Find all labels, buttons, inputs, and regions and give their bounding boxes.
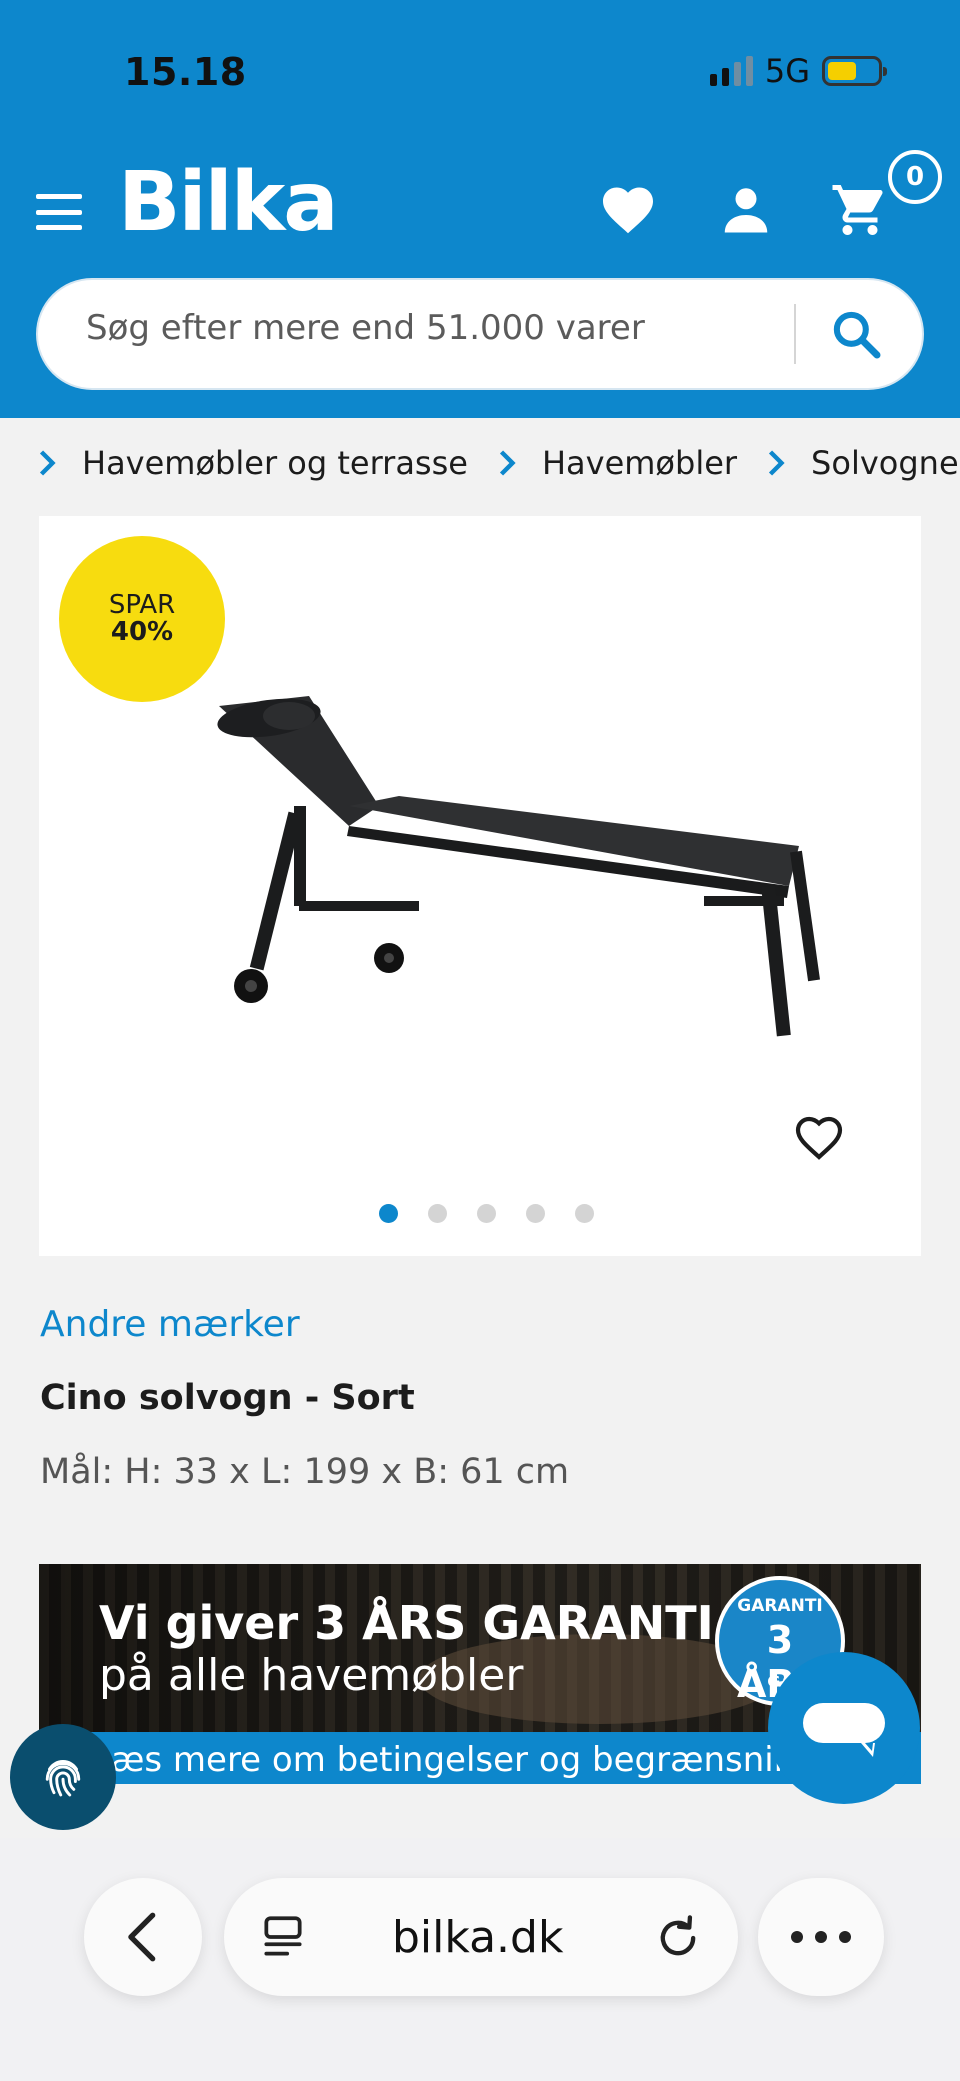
breadcrumb-label: Havemøbler (541, 444, 738, 482)
breadcrumb: Havemøbler og terrasse Havemøbler Solvog… (36, 444, 960, 482)
product-dimensions: Mål: H: 33 x L: 199 x B: 61 cm (40, 1452, 570, 1492)
status-indicators: 5G (709, 52, 887, 90)
chat-icon (803, 1703, 885, 1757)
chevron-right-icon (499, 450, 516, 476)
search-divider (794, 304, 796, 364)
banner-subline: på alle havemøbler (99, 1650, 524, 1701)
add-to-favorites-heart-icon[interactable] (791, 1110, 847, 1162)
search-bar (38, 280, 922, 388)
gallery-dot-5[interactable] (575, 1204, 594, 1223)
banner-headline: Vi giver 3 ÅRS GARANTI (99, 1596, 714, 1650)
reload-icon[interactable] (652, 1912, 704, 1964)
user-icon[interactable] (716, 180, 776, 240)
gallery-dot-4[interactable] (526, 1204, 545, 1223)
gallery-dot-2[interactable] (428, 1204, 447, 1223)
product-image[interactable] (199, 686, 839, 1056)
product-gallery[interactable]: SPAR 40% (39, 516, 921, 1256)
chevron-right-icon (768, 450, 785, 476)
status-time: 15.18 (124, 50, 247, 94)
breadcrumb-item[interactable]: Solvogne (765, 444, 959, 482)
breadcrumb-item[interactable]: Havemøbler (496, 444, 737, 482)
breadcrumb-item[interactable]: Havemøbler og terrasse (36, 444, 468, 482)
search-input[interactable] (86, 308, 806, 348)
browser-url: bilka.dk (392, 1912, 564, 1963)
network-type: 5G (764, 52, 810, 90)
product-brand-link[interactable]: Andre mærker (40, 1304, 300, 1345)
search-icon[interactable] (828, 306, 884, 362)
more-dots-icon (791, 1931, 851, 1943)
banner-terms-link[interactable]: æs mere om betingelser og begrænsning (111, 1740, 817, 1780)
breadcrumb-label: Havemøbler og terrasse (82, 444, 468, 482)
discount-badge-label: SPAR (108, 589, 176, 620)
chevron-left-icon (128, 1912, 156, 1962)
seal-top-text: GARANTI (737, 1596, 823, 1616)
heart-icon[interactable] (598, 180, 658, 240)
gallery-dot-1[interactable] (379, 1204, 398, 1223)
cart-count-badge: 0 (888, 150, 942, 204)
signal-icon (709, 56, 753, 86)
battery-icon (822, 56, 887, 86)
gallery-dot-3[interactable] (477, 1204, 496, 1223)
site-header: 15.18 5G Bilka 0 (0, 0, 960, 418)
gallery-pagination (379, 1204, 594, 1223)
browser-more-button[interactable] (758, 1878, 884, 1996)
hamburger-icon[interactable] (36, 194, 82, 230)
discount-badge: SPAR 40% (59, 536, 225, 702)
discount-badge-value: 40% (110, 617, 174, 647)
fingerprint-button[interactable] (10, 1724, 116, 1830)
browser-address-bar[interactable]: bilka.dk (224, 1878, 738, 1996)
breadcrumb-label: Solvogne (811, 444, 959, 482)
browser-back-button[interactable] (84, 1878, 202, 1996)
tabs-icon[interactable] (258, 1912, 308, 1962)
cart-icon[interactable] (830, 180, 890, 240)
browser-toolbar: bilka.dk (0, 1838, 960, 2081)
chat-button[interactable] (768, 1652, 920, 1804)
bilka-logo[interactable]: Bilka (118, 162, 339, 244)
fingerprint-icon (45, 1760, 81, 1797)
chevron-right-icon (39, 450, 56, 476)
product-title: Cino solvogn - Sort (40, 1378, 415, 1418)
